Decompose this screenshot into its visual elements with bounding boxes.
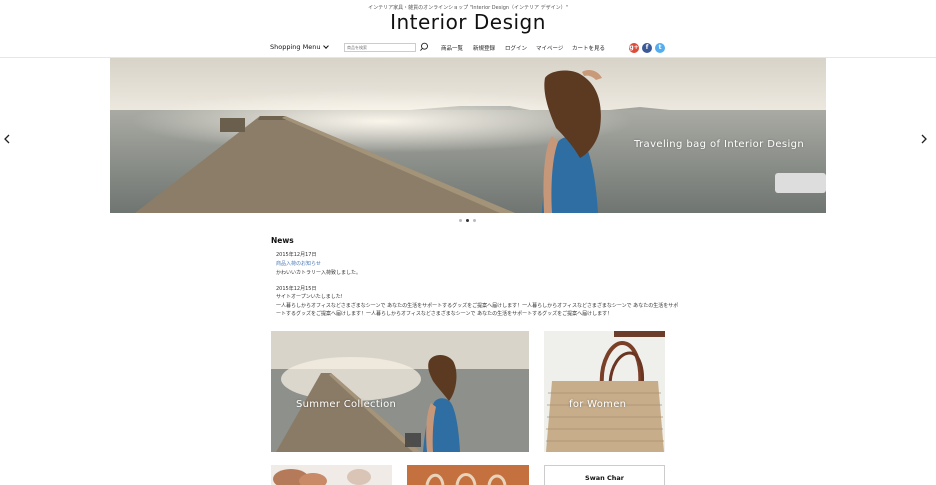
twitter-icon[interactable]: t bbox=[655, 43, 665, 53]
search-input[interactable] bbox=[344, 43, 416, 52]
facebook-icon[interactable]: f bbox=[642, 43, 652, 53]
shopping-menu-dropdown[interactable]: Shopping Menu bbox=[270, 43, 330, 51]
slider-next-arrow-icon[interactable] bbox=[920, 134, 928, 144]
shopping-menu-label: Shopping Menu bbox=[270, 43, 321, 51]
news-date: 2015年12月17日 bbox=[276, 252, 317, 258]
summer-collection-image bbox=[271, 331, 529, 452]
slider-dots bbox=[459, 219, 476, 222]
product-card[interactable] bbox=[271, 465, 392, 485]
product-image bbox=[271, 465, 392, 485]
news-title: サイトオープンいたしました! bbox=[276, 294, 343, 300]
chevron-down-icon bbox=[323, 43, 330, 49]
news-body: 一人暮らしからオフィスなどさまざまなシーンで あなたの生活をサポートするグッズを… bbox=[276, 303, 679, 309]
hero-image bbox=[110, 58, 826, 213]
summer-collection-caption: Summer Collection bbox=[296, 399, 397, 410]
slider-dot[interactable] bbox=[459, 219, 462, 222]
site-title[interactable]: Interior Design bbox=[0, 10, 936, 34]
news-body: かわいいカトラリー入荷致しました。 bbox=[276, 270, 362, 276]
nav-link-register[interactable]: 新規登録 bbox=[473, 44, 495, 52]
for-women-card[interactable]: for Women bbox=[544, 331, 665, 452]
product-card[interactable] bbox=[407, 465, 529, 485]
for-women-image bbox=[544, 331, 665, 452]
news-date: 2015年12月15日 bbox=[276, 286, 317, 292]
slider-prev-arrow-icon[interactable] bbox=[3, 134, 11, 144]
google-plus-icon[interactable]: g+ bbox=[629, 43, 639, 53]
nav-link-products[interactable]: 商品一覧 bbox=[441, 44, 463, 52]
for-women-caption: for Women bbox=[569, 399, 627, 410]
nav-link-cart[interactable]: カートを見る bbox=[572, 44, 605, 52]
news-heading: News bbox=[271, 236, 294, 245]
hero-caption: Traveling bag of Interior Design bbox=[634, 139, 805, 150]
nav-link-mypage[interactable]: マイページ bbox=[536, 44, 563, 52]
hero-slider[interactable]: Traveling bag of Interior Design bbox=[110, 58, 826, 213]
main-nav: Shopping Menu 商品一覧 新規登録 ログイン マイページ カートを見… bbox=[0, 42, 936, 56]
news-body: ートするグッズをご提案へ届けします！一人暮らしからオフィスなどさまざまなシーンで… bbox=[276, 311, 613, 317]
slider-dot[interactable] bbox=[466, 219, 469, 222]
product-image bbox=[407, 465, 529, 485]
search-icon[interactable] bbox=[419, 42, 429, 52]
swan-chair-card[interactable]: Swan Char bbox=[544, 465, 665, 485]
slider-dot[interactable] bbox=[473, 219, 476, 222]
nav-link-login[interactable]: ログイン bbox=[505, 44, 527, 52]
summer-collection-card[interactable]: Summer Collection bbox=[271, 331, 529, 452]
news-title-link[interactable]: 商品入荷のお知らせ bbox=[276, 260, 321, 267]
